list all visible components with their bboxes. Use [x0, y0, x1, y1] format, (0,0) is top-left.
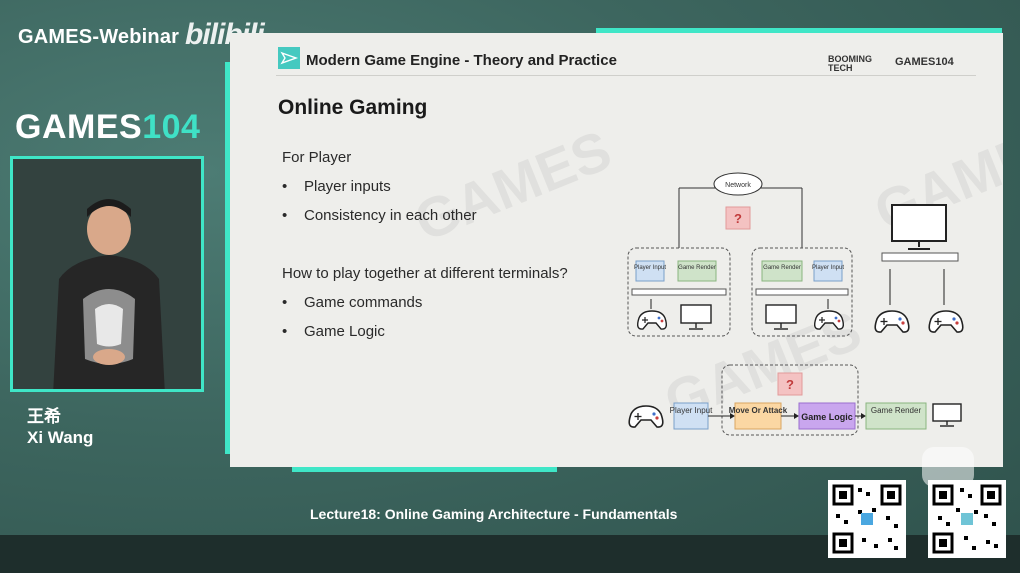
- games104-logo: GAMES104: [15, 108, 201, 146]
- gamepad-icon: [813, 310, 845, 330]
- flow-diagram: ? Player Input Move Or Attack Game Logic: [628, 364, 962, 436]
- qr-code-icon: [928, 480, 1006, 558]
- question-box-top: ?: [725, 206, 751, 230]
- question-mark: ?: [734, 211, 742, 226]
- right-box-second-label: Player Input: [812, 265, 844, 271]
- slide: GAMES GAMES GAMES Modern Game Engine - T…: [230, 33, 1003, 467]
- right-terminal-box: Game Render Player Input: [751, 247, 853, 337]
- monitor-icon: [680, 304, 712, 330]
- speaker-camera: [10, 156, 204, 392]
- webinar-title: GAMES-Webinar: [18, 26, 180, 48]
- gamepad-icon: [636, 310, 668, 330]
- flow-move-attack: Move Or Attack: [729, 406, 788, 415]
- left-terminal-box: Player Input Game Render: [627, 247, 731, 337]
- speaker-video-frame: [13, 159, 201, 389]
- network-label: Network: [725, 182, 751, 189]
- question-box-flow: ?: [777, 372, 803, 396]
- gamepad-icon: [928, 310, 964, 333]
- monitor-icon: [765, 304, 797, 330]
- monitor-icon: [932, 403, 962, 427]
- qr-code-icon: [828, 480, 906, 558]
- question-mark: ?: [786, 377, 794, 392]
- flow-game-logic: Game Logic: [801, 412, 853, 422]
- gamepad-icon: [874, 310, 910, 333]
- speaker-name-cn: 王希: [27, 407, 61, 426]
- shared-screen-setup: [874, 204, 964, 333]
- right-box-first-label: Game Render: [763, 265, 801, 271]
- slide-accent-bottom: [292, 467, 557, 472]
- architecture-diagram: Network ? Player Input Game Render Game …: [627, 172, 964, 436]
- left-box-first-label: Player Input: [634, 265, 666, 271]
- speaker-name-en: Xi Wang: [27, 428, 94, 447]
- flow-game-render: Game Render: [871, 406, 922, 415]
- monitor-icon: [891, 204, 947, 250]
- left-box-second-label: Game Render: [678, 265, 716, 271]
- cloud-icon: Network: [713, 172, 763, 196]
- flow-player-input: Player Input: [670, 406, 713, 415]
- gamepad-icon: [628, 405, 664, 428]
- lecture-caption: Lecture18: Online Gaming Architecture - …: [310, 506, 678, 522]
